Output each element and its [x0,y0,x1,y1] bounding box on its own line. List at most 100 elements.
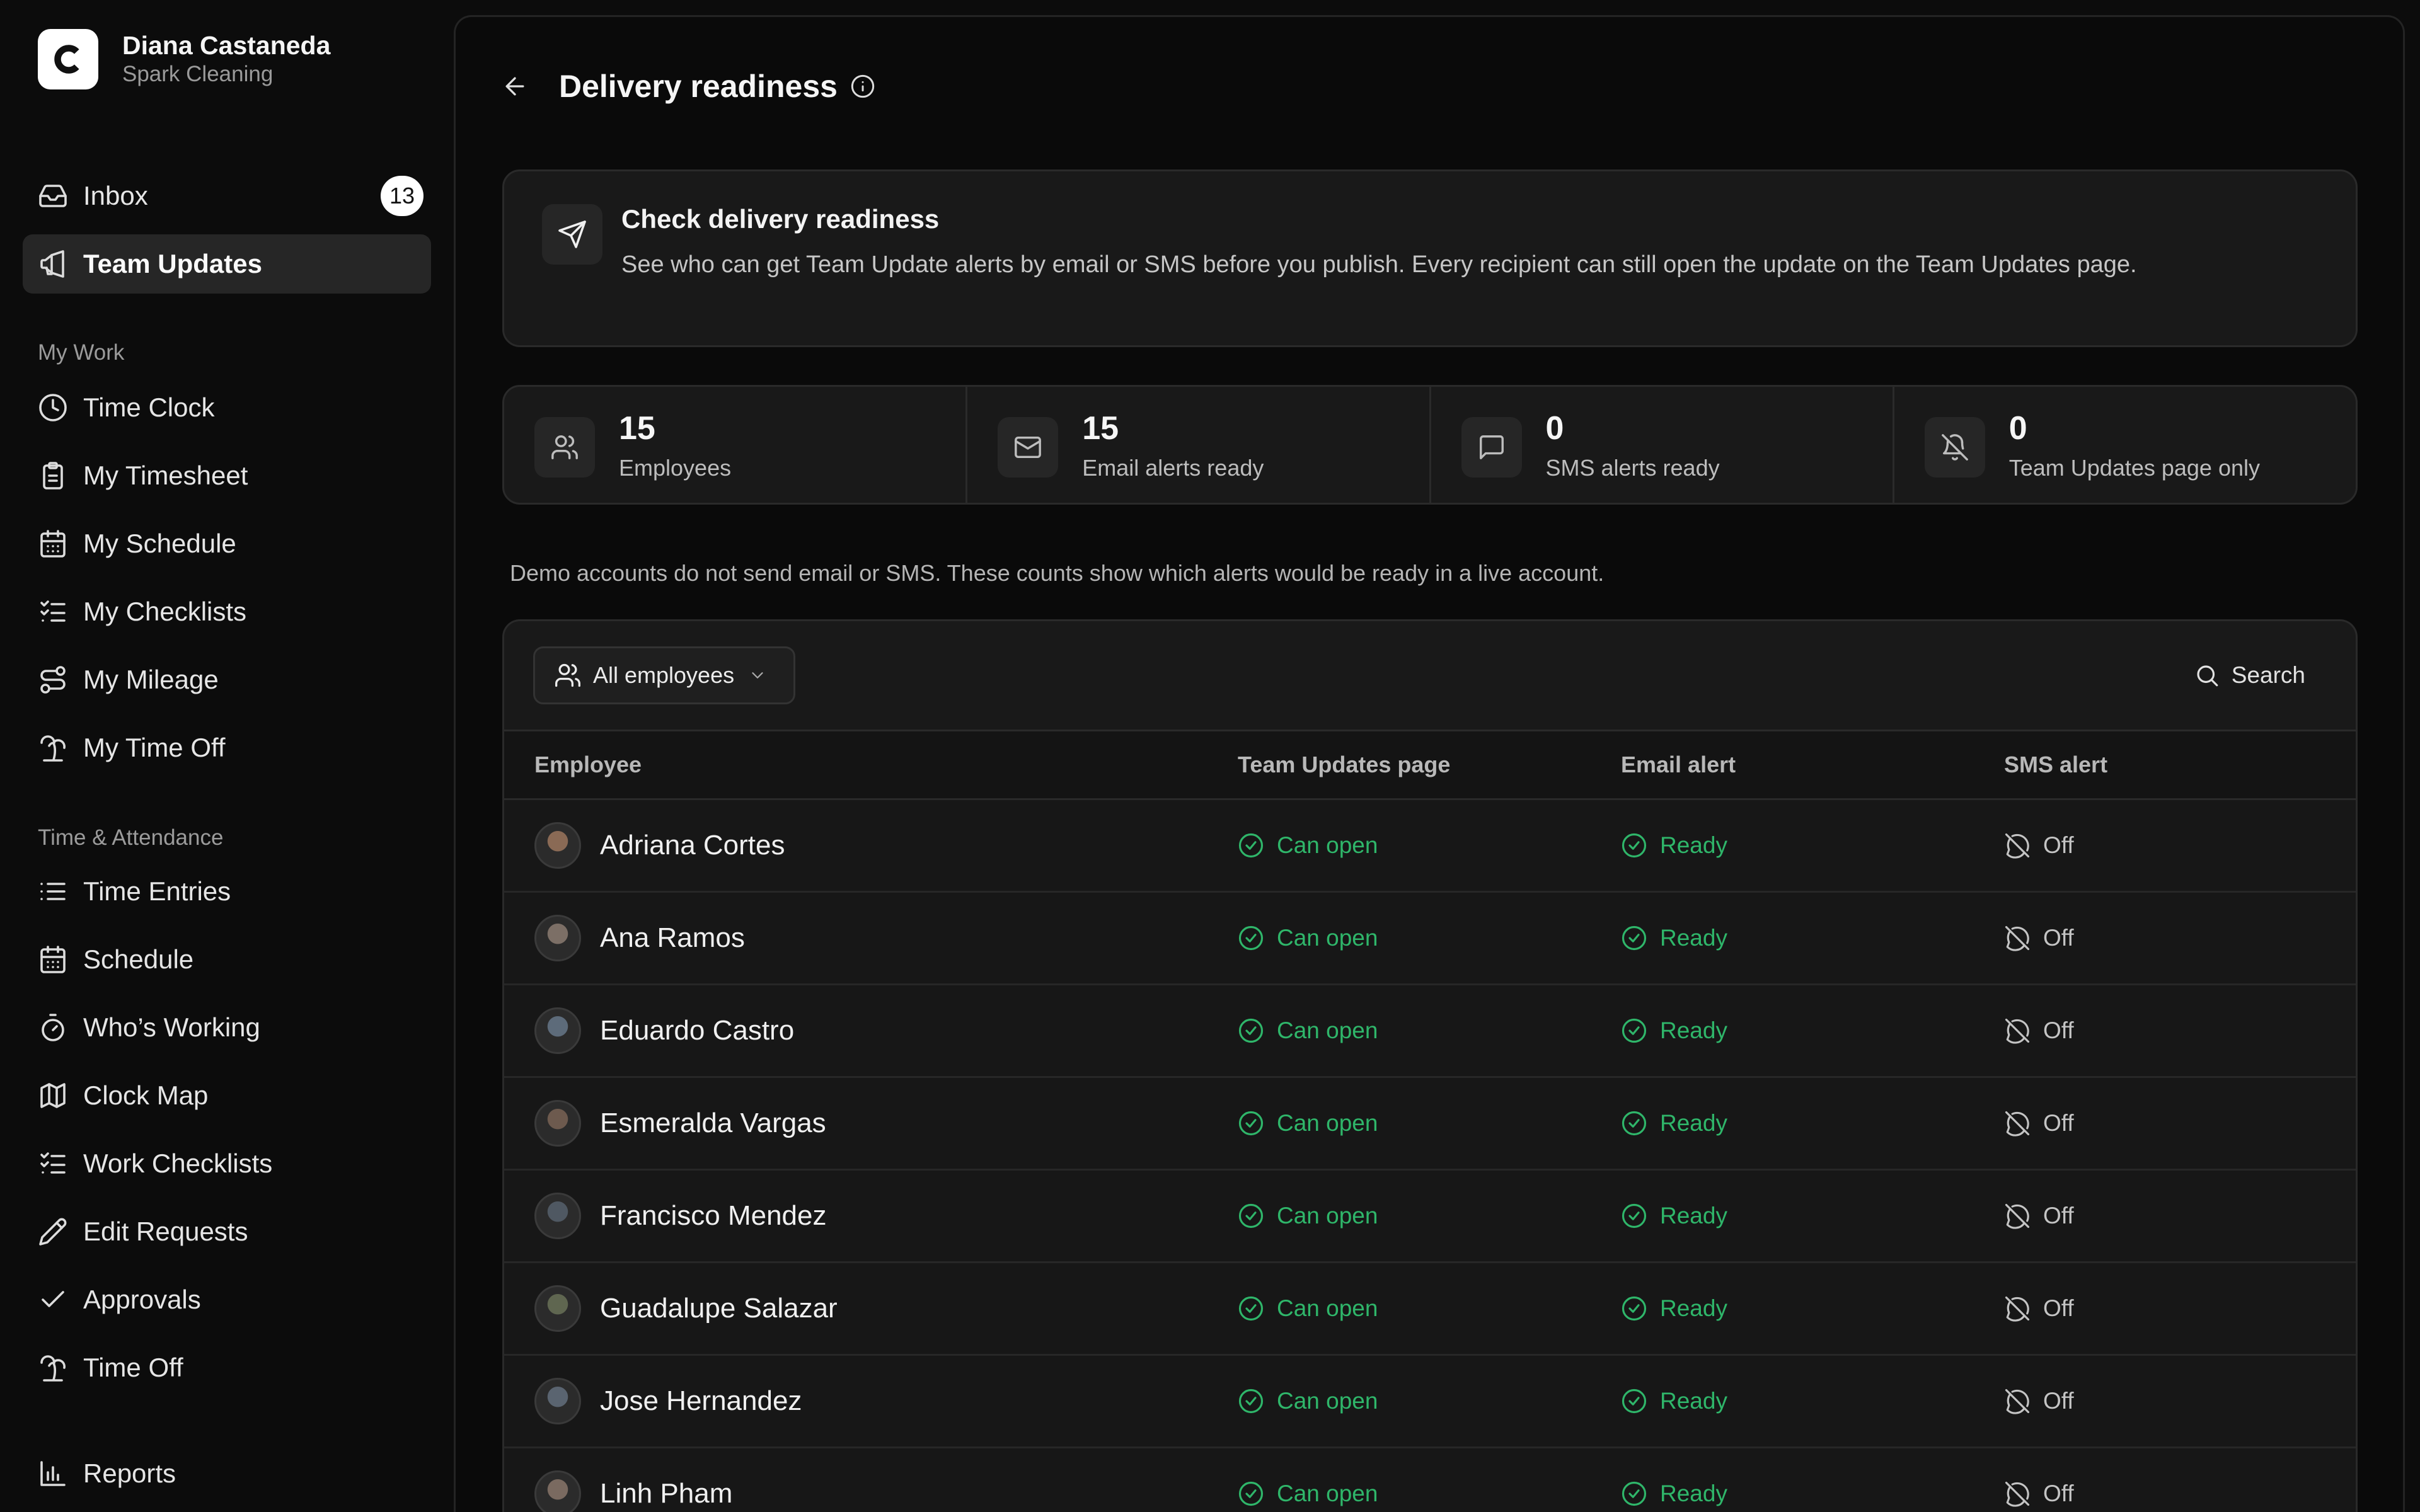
email-status-label: Ready [1660,1480,1727,1506]
sms-status-label: Off [2043,1203,2074,1228]
table-row[interactable]: Jose Hernandez Can open Ready Off [504,1356,2356,1448]
calendar-icon [40,946,66,973]
employee-cell: Ana Ramos [534,893,745,983]
sms-status: Off [2004,800,2074,891]
message-icon [1479,435,1504,459]
employee-cell: Eduardo Castro [534,985,794,1076]
nav-item-my-time-off[interactable]: My Time Off [23,718,431,777]
email-status-label: Ready [1660,1203,1727,1228]
sms-status-label: Off [2043,1388,2074,1414]
email-status: Ready [1621,800,1727,891]
email-status-label: Ready [1660,925,1727,951]
table-row[interactable]: Ana Ramos Can open Ready Off [504,893,2356,985]
page-status: Can open [1238,1448,1378,1512]
notice-description: See who can get Team Update alerts by em… [621,251,2137,278]
check-circle-icon [1622,1111,1647,1136]
sms-status: Off [2004,1078,2074,1169]
employee-name: Linh Pham [600,1478,733,1509]
check-circle-icon [1238,1111,1264,1136]
nav-item-whos-working[interactable]: Who’s Working [23,998,431,1057]
check-circle-icon [1622,833,1647,858]
mail-icon [1015,436,1042,459]
employee-filter-dropdown[interactable]: All employees [533,646,796,704]
table-row[interactable]: Adriana Cortes Can open Ready Off [504,800,2356,893]
sms-status-label: Off [2043,1110,2074,1136]
column-header-team-updates-page[interactable]: Team Updates page [1238,731,1450,798]
calendar-icon [40,530,66,558]
stat-label: SMS alerts ready [1545,455,1720,481]
employee-name: Guadalupe Salazar [600,1293,838,1324]
nav-item-my-mileage[interactable]: My Mileage [23,650,431,709]
search-icon [2197,665,2218,687]
nav-item-clock-map[interactable]: Clock Map [23,1066,431,1125]
route-icon [40,666,66,694]
table-row[interactable]: Guadalupe Salazar Can open Ready Off [504,1263,2356,1356]
page-status: Can open [1238,1356,1378,1446]
nav-item-my-schedule[interactable]: My Schedule [23,514,431,573]
nav-item-time-off[interactable]: Time Off [23,1338,431,1397]
nav-item-schedule[interactable]: Schedule [23,930,431,989]
nav-item-team-updates[interactable]: Team Updates [23,234,431,294]
column-header-employee[interactable]: Employee [534,731,642,798]
nav-item-label: My Time Off [83,733,226,762]
message-off-icon [2005,1018,2030,1044]
stopwatch-icon [42,1014,64,1041]
nav-item-time-entries[interactable]: Time Entries [23,862,431,921]
palm-tree-icon [40,735,66,762]
table-row[interactable]: Francisco Mendez Can open Ready Off [504,1171,2356,1263]
sms-status-label: Off [2043,1480,2074,1506]
nav-item-edit-requests[interactable]: Edit Requests [23,1202,431,1261]
email-status: Ready [1621,985,1727,1076]
megaphone-icon [40,250,64,278]
nav-item-label: Time Off [83,1353,183,1382]
nav-item-work-checklists[interactable]: Work Checklists [23,1134,431,1193]
chevron-down-icon [752,672,763,679]
column-header-email-alert[interactable]: Email alert [1621,731,1736,798]
page-status: Can open [1238,800,1378,891]
search-button[interactable]: Search [2194,646,2305,704]
stat-value: 0 [2008,410,2027,447]
table-row[interactable]: Esmeralda Vargas Can open Ready Off [504,1078,2356,1171]
column-header-sms-alert[interactable]: SMS alert [2004,731,2107,798]
nav-item-reports[interactable]: Reports [23,1444,431,1503]
page-status-label: Can open [1277,1388,1378,1414]
inbox-icon [39,185,67,207]
page-status-label: Can open [1277,925,1378,951]
nav-item-my-timesheet[interactable]: My Timesheet [23,446,431,505]
check-circle-icon [1622,1481,1647,1506]
workspace-switcher[interactable]: Diana Castaneda Spark Cleaning [38,29,330,89]
table-row[interactable]: Linh Pham Can open Ready Off [504,1448,2356,1512]
nav-item-inbox[interactable]: Inbox 13 [23,166,431,226]
table-row[interactable]: Eduardo Castro Can open Ready Off [504,985,2356,1078]
notice-title: Check delivery readiness [621,204,940,234]
sms-status: Off [2004,985,2074,1076]
user-name: Diana Castaneda [122,31,331,60]
users-icon [555,663,580,687]
sms-status: Off [2004,1448,2074,1512]
nav-item-label: My Timesheet [83,461,248,490]
employee-name: Eduardo Castro [600,1015,795,1046]
nav-item-label: Work Checklists [83,1148,273,1178]
nav-item-label: Who’s Working [83,1012,260,1042]
stat-label: Team Updates page only [2008,455,2260,481]
sidebar: Diana Castaneda Spark Cleaning Inbox 13 … [0,0,454,1512]
email-status-label: Ready [1660,832,1727,858]
stat-value: 15 [1082,410,1119,447]
stat-employees: 15 Employees [504,387,965,503]
check-circle-icon [1622,925,1647,951]
nav-item-approvals[interactable]: Approvals [23,1270,431,1329]
message-off-icon [2005,833,2030,859]
info-icon[interactable] [850,74,875,99]
nav-item-label: Edit Requests [83,1217,248,1246]
main-panel: Delivery readiness Check delivery readin… [454,15,2405,1512]
nav-item-label: Schedule [83,944,194,974]
avatar [534,915,581,961]
message-off-icon [2005,1389,2030,1414]
map-icon [40,1083,66,1108]
back-arrow-icon[interactable] [501,72,529,100]
nav-item-time-clock[interactable]: Time Clock [23,378,431,437]
message-off-icon [2005,925,2030,951]
stats-card: 15 Employees 15 Email alerts ready 0 SMS… [502,385,2358,505]
nav-item-my-checklists[interactable]: My Checklists [23,582,431,641]
email-status: Ready [1621,1078,1727,1169]
